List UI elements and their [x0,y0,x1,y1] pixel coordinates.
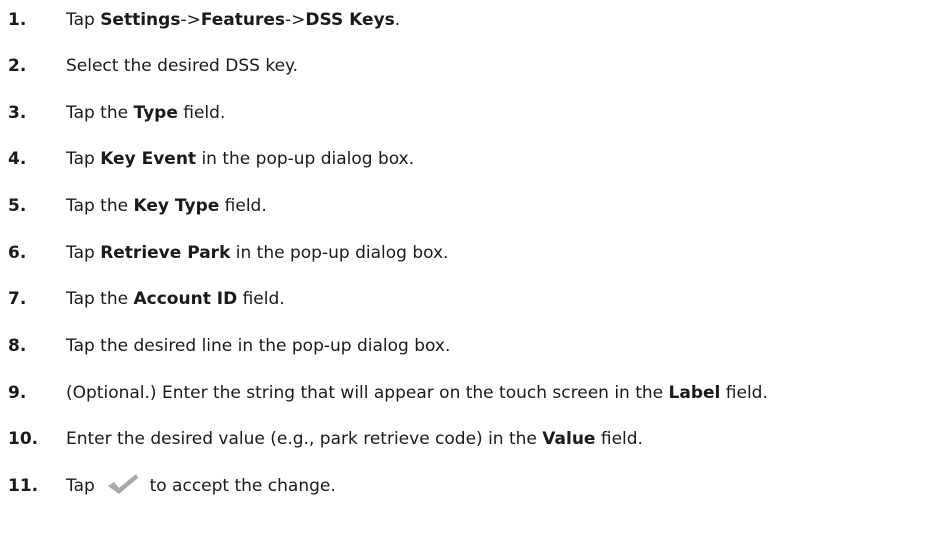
step-text-part: (Optional.) Enter the string that will a… [66,383,669,403]
step-text-part: Tap the [66,196,134,216]
bold-term: Label [668,383,721,403]
bold-term: Value [542,429,596,449]
step-text: Select the desired DSS key. [66,52,298,80]
step-text: Tap the desired line in the pop-up dialo… [66,332,450,360]
bold-term: Account ID [133,289,238,309]
step-text-part: field. [595,429,643,449]
step-text-part: field. [237,289,285,309]
step-number: 10. [8,429,39,449]
step-text-part: in the pop-up dialog box. [230,243,449,263]
step-number: 4. [8,149,27,169]
bold-term: Key Event [100,149,197,169]
step-text-part: field. [177,103,226,123]
step-text-part: Tap [66,476,101,496]
bold-term: Type [133,103,178,123]
step-text-part: Tap [66,149,101,169]
step-text: Tap to accept the change. [66,472,336,500]
step-text: Enter the desired value (e.g., park retr… [66,425,643,453]
bold-term: Settings [100,10,181,30]
step-text-part: Tap [66,243,101,263]
bold-term: DSS Keys [305,10,395,30]
step-text-part: Tap the [66,289,134,309]
step-text-part: -> [180,10,201,30]
step-text-part: Enter the desired value (e.g., park retr… [66,429,543,449]
step-number: 7. [8,289,27,309]
step-text-part: Tap the [66,103,134,123]
step-number: 8. [8,336,27,356]
step-text-part: Select the desired DSS key. [66,56,299,76]
step-text: Tap Key Event in the pop-up dialog box. [66,145,414,173]
step-number: 11. [8,476,39,496]
step-text-part: . [394,10,401,30]
step-text: Tap Retrieve Park in the pop-up dialog b… [66,239,448,267]
step-text-part: field. [720,383,768,403]
step-number: 2. [8,56,27,76]
checkmark-icon [106,472,140,496]
step-text: Tap Settings->Features->DSS Keys. [66,6,400,34]
step-number: 9. [8,383,27,403]
bold-term: Features [200,10,286,30]
bold-term: Retrieve Park [100,243,231,263]
step-text: (Optional.) Enter the string that will a… [66,379,768,407]
step-text-part: -> [285,10,306,30]
bold-term: Key Type [133,196,220,216]
step-text: Tap the Account ID field. [66,285,285,313]
step-text: Tap the Key Type field. [66,192,267,220]
step-text-part: Tap [66,10,101,30]
step-text-part: Tap the desired line in the pop-up dialo… [66,336,451,356]
step-text-part: in the pop-up dialog box. [196,149,415,169]
step-text-part: field. [219,196,267,216]
step-number: 6. [8,243,27,263]
step-text: Tap the Type field. [66,99,225,127]
step-number: 1. [8,10,27,30]
step-number: 3. [8,103,27,123]
step-number: 5. [8,196,27,216]
step-text-part: to accept the change. [144,476,336,496]
